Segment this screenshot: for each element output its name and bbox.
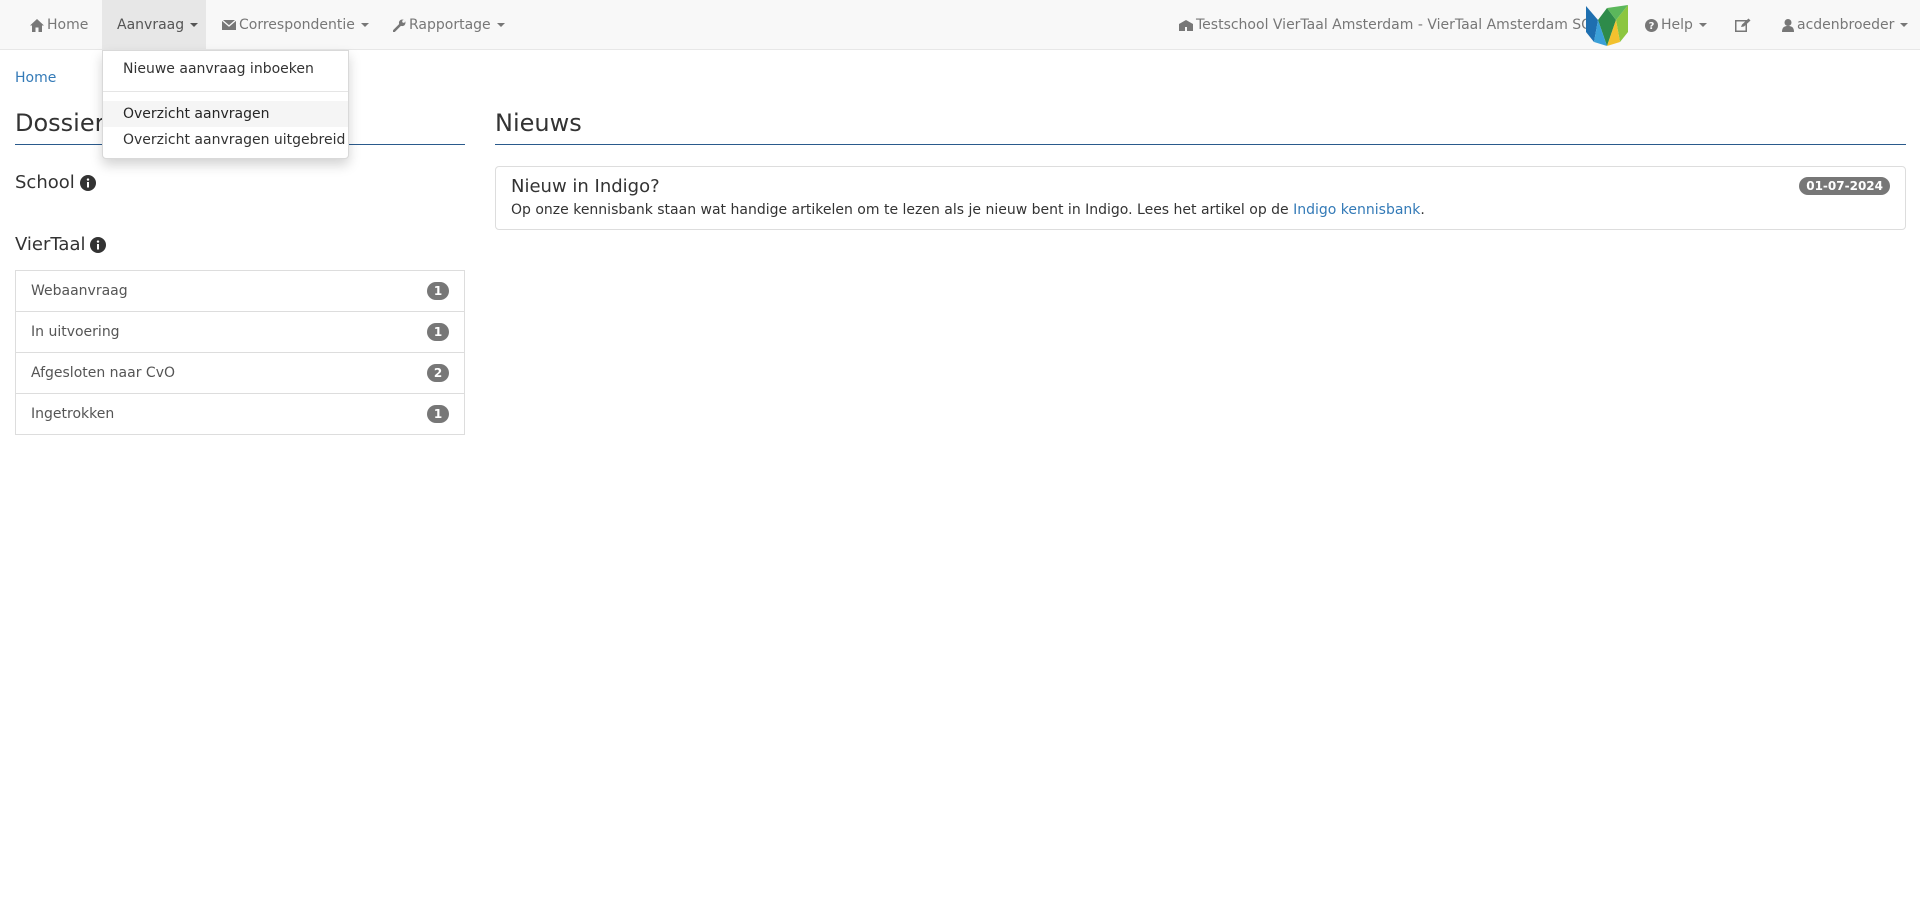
school-heading: School: [15, 172, 96, 193]
menu-item-overzicht-uitgebreid[interactable]: Overzicht aanvragen uitgebreid: [103, 127, 348, 153]
nav-edit[interactable]: [1735, 0, 1754, 50]
info-circle-icon[interactable]: [79, 174, 96, 191]
count-badge: 1: [427, 405, 449, 423]
dossier-status-list: Webaanvraag 1 In uitvoering 1 Afgesloten…: [15, 270, 465, 435]
list-item-afgesloten-naar-cvo[interactable]: Afgesloten naar CvO 2: [16, 353, 464, 394]
menu-divider: [103, 91, 348, 92]
top-navbar: Home Aanvraag Correspondentie Rapportage…: [0, 0, 1920, 50]
nav-school-label: Testschool VierTaal Amsterdam - VierTaal…: [1196, 17, 1593, 33]
menu-item-nieuwe-aanvraag[interactable]: Nieuwe aanvraag inboeken: [103, 56, 348, 82]
chevron-down-icon: [190, 23, 199, 27]
nav-help[interactable]: ? Help: [1645, 0, 1707, 50]
svg-text:?: ?: [1649, 21, 1655, 32]
news-date-badge: 01-07-2024: [1799, 177, 1890, 195]
chevron-down-icon: [496, 23, 505, 27]
count-badge: 1: [427, 282, 449, 300]
nav-home[interactable]: Home: [30, 0, 88, 50]
viertaal-heading: VierTaal: [15, 234, 107, 255]
breadcrumb-home[interactable]: Home: [15, 70, 56, 86]
nav-rapportage-label: Rapportage: [409, 17, 491, 33]
indigo-logo: [1584, 2, 1630, 48]
news-item-text: Op onze kennisbank staan wat handige art…: [511, 202, 1294, 218]
nav-rapportage[interactable]: Rapportage: [393, 0, 505, 50]
chevron-down-icon: [360, 23, 369, 27]
question-circle-icon: ?: [1645, 18, 1658, 32]
nav-home-label: Home: [47, 17, 89, 33]
list-item-label: Ingetrokken: [31, 406, 115, 422]
news-item: Nieuw in Indigo? 01-07-2024 Op onze kenn…: [495, 166, 1906, 230]
kennisbank-link[interactable]: Indigo kennisbank: [1293, 202, 1420, 218]
edit-icon: [1735, 18, 1751, 32]
aanvraag-dropdown-menu: Nieuwe aanvraag inboeken Overzicht aanvr…: [102, 50, 349, 159]
chevron-down-icon: [1900, 23, 1909, 27]
chevron-down-icon: [1698, 23, 1707, 27]
list-item-label: In uitvoering: [31, 324, 120, 340]
nav-aanvraag-label: Aanvraag: [117, 17, 185, 33]
list-item-label: Afgesloten naar CvO: [31, 365, 175, 381]
list-item-label: Webaanvraag: [31, 283, 128, 299]
nav-help-label: Help: [1661, 17, 1693, 33]
nav-school[interactable]: Testschool VierTaal Amsterdam - VierTaal…: [1179, 0, 1592, 50]
nav-aanvraag[interactable]: Aanvraag: [102, 0, 206, 50]
nav-correspondentie-label: Correspondentie: [239, 17, 355, 33]
nav-user-label: acdenbroeder: [1797, 17, 1895, 33]
viertaal-heading-label: VierTaal: [15, 234, 86, 255]
news-item-title: Nieuw in Indigo?: [511, 176, 660, 197]
home-icon: [30, 18, 44, 32]
news-item-body: Op onze kennisbank staan wat handige art…: [511, 202, 1425, 218]
school-heading-label: School: [15, 172, 75, 193]
list-item-in-uitvoering[interactable]: In uitvoering 1: [16, 312, 464, 353]
list-item-webaanvraag[interactable]: Webaanvraag 1: [16, 271, 464, 312]
nav-correspondentie[interactable]: Correspondentie: [222, 0, 369, 50]
school-icon: [1179, 20, 1193, 31]
news-divider: [495, 144, 1906, 145]
envelope-icon: [222, 20, 236, 30]
nav-user[interactable]: acdenbroeder: [1782, 0, 1909, 50]
count-badge: 2: [427, 364, 449, 382]
info-circle-icon[interactable]: [90, 236, 107, 253]
user-icon: [1782, 18, 1794, 32]
news-title: Nieuws: [495, 109, 582, 137]
menu-item-overzicht-aanvragen[interactable]: Overzicht aanvragen: [103, 101, 348, 127]
wrench-icon: [393, 19, 406, 32]
list-item-ingetrokken[interactable]: Ingetrokken 1: [16, 394, 464, 434]
count-badge: 1: [427, 323, 449, 341]
news-item-text-end: .: [1420, 202, 1425, 218]
